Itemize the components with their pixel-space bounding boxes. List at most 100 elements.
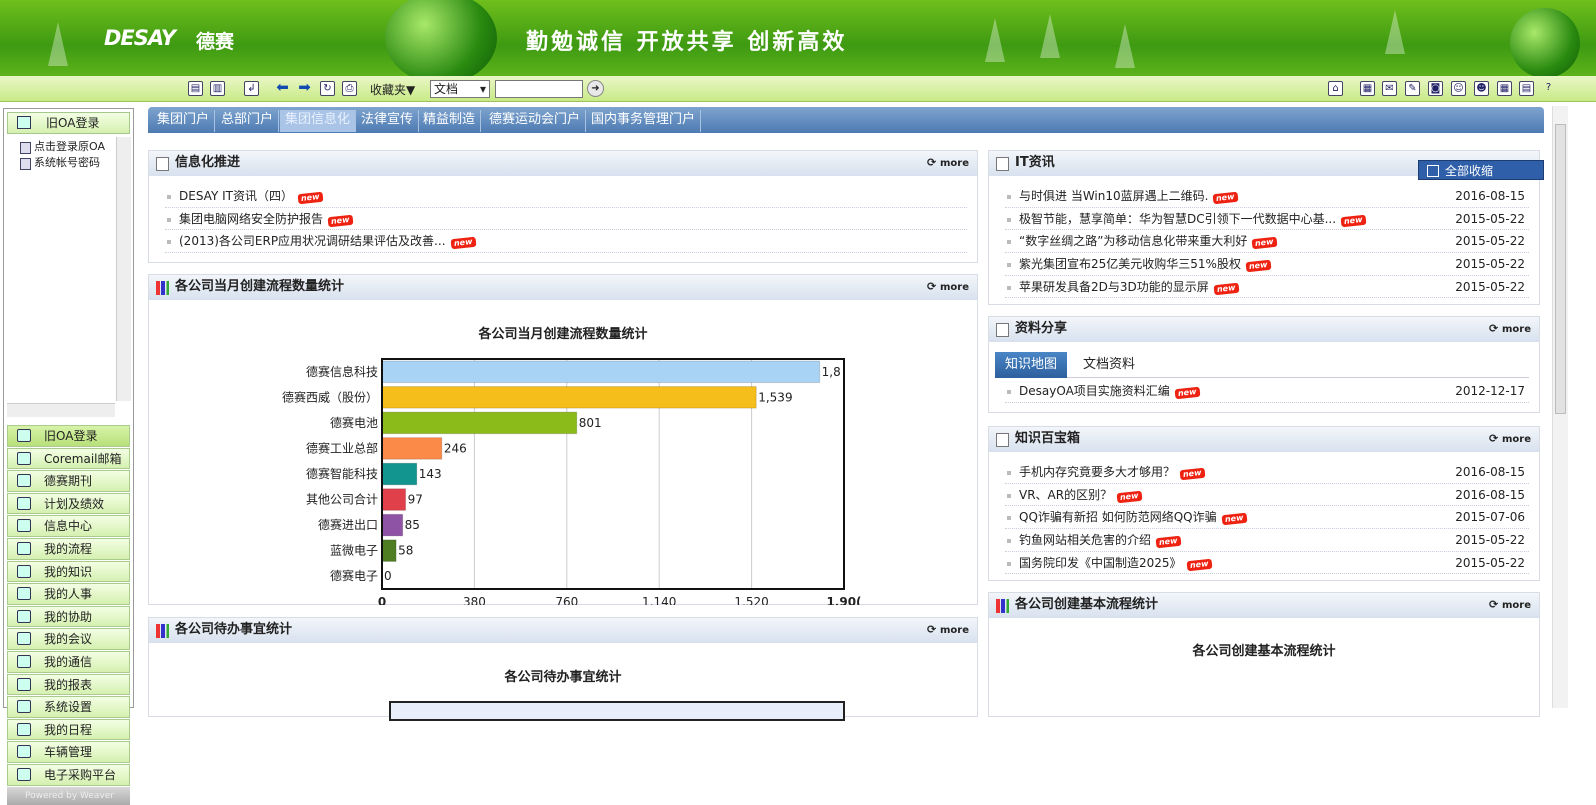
back-arrow-icon[interactable]: ⬅ — [275, 80, 290, 96]
menu-item[interactable]: 我的日程 — [7, 718, 130, 741]
car-icon — [17, 745, 31, 759]
help-icon[interactable]: ? — [1541, 81, 1556, 96]
menu-item[interactable]: 计划及绩效 — [7, 492, 130, 515]
forward-arrow-icon[interactable]: ➡ — [297, 80, 312, 96]
list-item-link[interactable]: VR、AR的区别？ — [1019, 488, 1112, 502]
portal-tab[interactable]: 精益制造 — [418, 110, 482, 132]
tree-scrollbar-vertical[interactable] — [116, 137, 131, 401]
subtab-documents[interactable]: 文档资料 — [1073, 352, 1145, 378]
menu-item[interactable]: 我的人事 — [7, 583, 130, 605]
portal-tab[interactable]: 集团信息化 — [280, 110, 357, 132]
grid-icon[interactable]: ▦ — [1497, 81, 1512, 96]
page-scrollbar[interactable] — [1552, 106, 1568, 708]
more-link[interactable]: more — [1489, 317, 1531, 342]
menu-item[interactable]: Coremail邮箱 — [7, 447, 130, 470]
value-label: 1,539 — [758, 390, 792, 404]
list-item[interactable]: 极智节能，慧享简单：华为智慧DC引领下一代数据中心基... new 2015-05-… — [1005, 208, 1529, 231]
subtab-knowledge-map[interactable]: 知识地图 — [995, 352, 1068, 378]
collapse-all-button[interactable]: 全部收缩 — [1418, 160, 1544, 180]
menu-item[interactable]: 德赛期刊 — [7, 470, 130, 492]
tree-header[interactable]: 旧OA登录 — [7, 112, 130, 134]
more-link[interactable]: more — [927, 618, 969, 643]
list-item[interactable]: DesayOA项目实施资料汇编 new 2012-12-17 — [1005, 380, 1529, 403]
calendar-icon[interactable]: ▦ — [1360, 81, 1375, 96]
list-item[interactable]: QQ诈骗有新招 如何防范网络QQ诈骗 new 2015-07-06 — [1005, 506, 1529, 530]
list-item-link[interactable]: “数字丝绸之路”为移动信息化带来重大利好 — [1019, 234, 1247, 248]
list-item-link[interactable]: DESAY IT资讯（四） — [179, 189, 293, 203]
favorites-menu[interactable]: 收藏夹▼ — [370, 81, 415, 98]
list-item-link[interactable]: 手机内存究竟要多大才够用？ — [1019, 465, 1175, 479]
menu-item[interactable]: 电子采购平台 — [7, 763, 130, 786]
mail-icon[interactable]: ✉ — [1382, 81, 1397, 96]
list-item[interactable]: 苹果研发具备2D与3D功能的显示屏 new 2015-05-22 — [1005, 276, 1529, 299]
list-item-link[interactable]: 极智节能，慧享简单：华为智慧DC引领下一代数据中心基... — [1019, 212, 1336, 226]
portlet-pending: 各公司待办事宜统计 more 各公司待办事宜统计 — [148, 617, 978, 721]
doc-type-select[interactable]: 文档 — [430, 80, 490, 98]
tree-item[interactable]: 系统帐号密码 — [14, 155, 124, 171]
list-item[interactable]: 手机内存究竟要多大才够用？ new 2016-08-15 — [1005, 461, 1529, 484]
list-item[interactable]: (2013)各公司ERP应用状况调研结果评估及改善... new — [165, 230, 967, 254]
list-item-link[interactable]: 集团电脑网络安全防护报告 — [179, 212, 323, 226]
more-link[interactable]: more — [1489, 593, 1531, 618]
list-item-link[interactable]: QQ诈骗有新招 如何防范网络QQ诈骗 — [1019, 510, 1217, 524]
category-label: 其他公司合计 — [306, 492, 378, 507]
list-item-link[interactable]: 国务院印发《中国制造2025》 — [1019, 556, 1182, 570]
list-item[interactable]: 与时俱进 当Win10蓝屏遇上二维码. new 2016-08-15 — [1005, 185, 1529, 208]
menu-item-label: 信息中心 — [44, 519, 93, 534]
tree-scrollbar-horizontal[interactable] — [7, 403, 115, 417]
list-item-link[interactable]: DesayOA项目实施资料汇编 — [1019, 384, 1170, 398]
menu-item[interactable]: 我的通信 — [7, 650, 130, 673]
more-link[interactable]: more — [927, 151, 969, 176]
list-item[interactable]: VR、AR的区别？ new 2016-08-15 — [1005, 484, 1529, 507]
search-input[interactable] — [495, 80, 583, 98]
portal-tab[interactable]: 法律宣传 — [356, 110, 420, 132]
edit-icon[interactable]: ✎ — [1405, 81, 1420, 96]
menu-item[interactable]: 我的流程 — [7, 537, 130, 560]
print-icon[interactable]: ⎙ — [342, 81, 357, 96]
camera-icon[interactable]: ◙ — [1428, 81, 1443, 96]
user-icon[interactable]: ☺ — [1451, 81, 1466, 96]
list-item-link[interactable]: 苹果研发具备2D与3D功能的显示屏 — [1019, 280, 1209, 294]
list-item[interactable]: DESAY IT资讯（四） new — [165, 185, 967, 208]
list-item-link[interactable]: (2013)各公司ERP应用状况调研结果评估及改善... — [179, 234, 446, 248]
layout-icon[interactable]: ▤ — [188, 81, 203, 96]
list-item[interactable]: 国务院印发《中国制造2025》 new 2015-05-22 — [1005, 552, 1529, 575]
menu-item[interactable]: 旧OA登录 — [7, 425, 130, 447]
portlet-header: 各公司当月创建流程数量统计 more — [149, 275, 977, 300]
menu-item[interactable]: 我的协助 — [7, 605, 130, 628]
tree: 点击登录原OA 系统帐号密码 — [14, 139, 124, 171]
menu-item[interactable]: 我的报表 — [7, 673, 130, 696]
list-item-link[interactable]: 与时俱进 当Win10蓝屏遇上二维码. — [1019, 189, 1208, 203]
left-menu: 旧OA登录 Coremail邮箱 德赛期刊 计划及绩效信息中心我的流程 我的知识 我的人事… — [7, 425, 130, 787]
tree-item[interactable]: 点击登录原OA — [14, 139, 124, 155]
portal-tab[interactable]: 总部门户 — [216, 110, 280, 132]
search-go-icon[interactable]: ➜ — [587, 80, 604, 97]
menu-item[interactable]: 我的知识 — [7, 560, 130, 583]
document-icon[interactable]: ▤ — [1519, 81, 1534, 96]
list-item[interactable]: 紫光集团宣布25亿美元收购华三51%股权 new 2015-05-22 — [1005, 253, 1529, 276]
portal-tab[interactable]: 集团门户 — [152, 110, 216, 132]
portal-tab[interactable]: 国内事务管理门户 — [586, 110, 702, 132]
menu-item[interactable]: 我的会议 — [7, 628, 130, 650]
refresh-icon[interactable]: ↻ — [320, 81, 335, 96]
list-item[interactable]: 钓鱼网站相关危害的介绍 new 2015-05-22 — [1005, 529, 1529, 552]
doc-icon — [996, 433, 1009, 447]
new-badge: new — [327, 214, 353, 227]
tree-decoration — [1115, 24, 1135, 68]
slogan: 勤勉诚信 开放共享 创新高效 — [526, 29, 848, 55]
users-icon[interactable]: ☻ — [1474, 81, 1489, 96]
exit-icon[interactable]: ↲ — [244, 81, 259, 96]
more-link[interactable]: more — [1489, 427, 1531, 452]
scrollbar-thumb[interactable] — [1555, 124, 1566, 414]
home-icon[interactable]: ⌂ — [1328, 81, 1343, 96]
layout-alt-icon[interactable]: ▥ — [210, 81, 225, 96]
menu-item[interactable]: 车辆管理 — [7, 741, 130, 763]
portal-tab[interactable]: 德赛运动会门户 — [484, 110, 587, 132]
list-item-link[interactable]: 紫光集团宣布25亿美元收购华三51%股权 — [1019, 257, 1241, 271]
list-item[interactable]: “数字丝绸之路”为移动信息化带来重大利好 new 2015-05-22 — [1005, 230, 1529, 254]
menu-item[interactable]: 信息中心 — [7, 515, 130, 537]
more-link[interactable]: more — [927, 275, 969, 300]
list-item-link[interactable]: 钓鱼网站相关危害的介绍 — [1019, 533, 1151, 547]
menu-item[interactable]: 系统设置 — [7, 696, 130, 718]
list-item[interactable]: 集团电脑网络安全防护报告 new — [165, 208, 967, 231]
